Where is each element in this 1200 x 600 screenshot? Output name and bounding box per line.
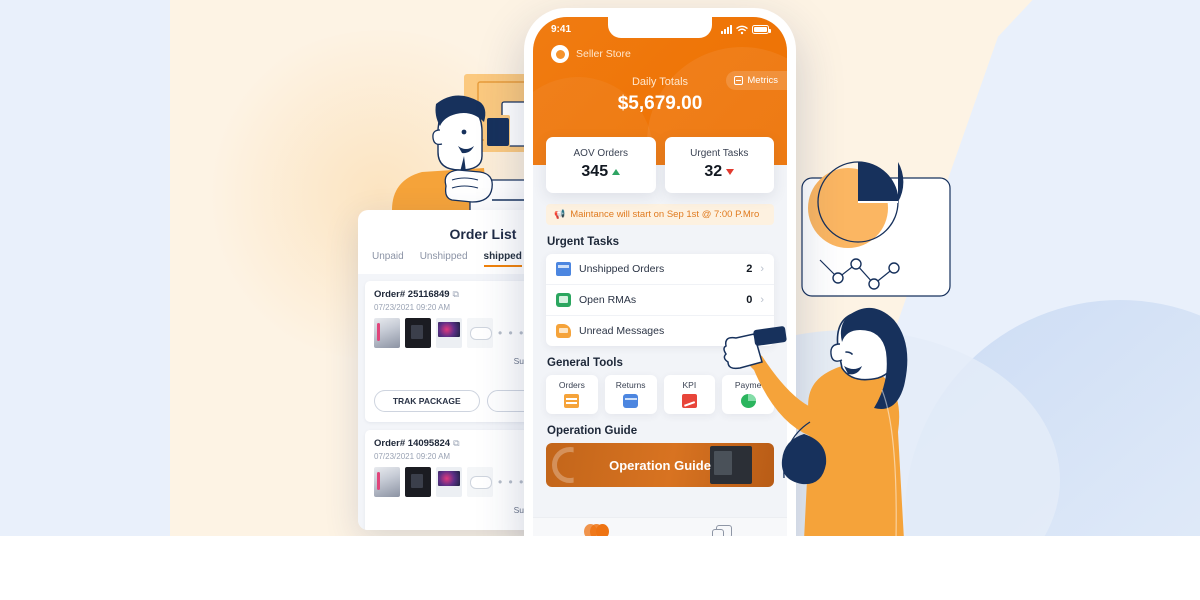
status-bar-icons (721, 25, 771, 35)
metrics-label: Metrics (747, 75, 778, 86)
product-thumbnail-motherboard-icon[interactable] (405, 467, 431, 497)
megaphone-icon: 📢 (554, 209, 566, 219)
product-thumbnail-monitor-icon[interactable] (436, 467, 462, 497)
maintenance-notice-text: Maintance will start on Sep 1st @ 7:00 P… (570, 209, 760, 220)
calendar-icon (564, 394, 580, 408)
tool-orders[interactable]: Orders (546, 375, 598, 414)
more-products-dots[interactable]: • • • (498, 475, 525, 489)
status-bar: 9:41 (533, 17, 787, 35)
copy-icon[interactable]: ⧉ (453, 438, 459, 448)
chevron-right-icon: › (760, 263, 764, 275)
kpi-card-urgent-tasks[interactable]: Urgent Tasks 32 (664, 137, 774, 193)
daily-totals-value: $5,679.00 (617, 93, 703, 114)
metrics-icon (734, 76, 744, 85)
store-name: Seller Store (576, 48, 631, 60)
product-thumbnail-monitor-icon[interactable] (436, 318, 462, 348)
task-row-unshipped-orders[interactable]: Unshipped Orders 2 › (546, 254, 774, 285)
order-number-text: Order# 14095824 (374, 438, 451, 449)
product-thumbnail-pc-icon[interactable] (374, 318, 400, 348)
kpi-cards: AOV Orders 345 Urgent Tasks 32 (533, 137, 787, 193)
status-bar-time: 9:41 (551, 24, 572, 35)
truck-icon (623, 394, 639, 408)
signal-bars-icon (721, 25, 732, 34)
maintenance-notice[interactable]: 📢 Maintance will start on Sep 1st @ 7:00… (546, 204, 774, 225)
tab-unpaid[interactable]: Unpaid (372, 251, 404, 267)
message-icon (556, 324, 571, 338)
product-thumbnail-earbuds-icon[interactable] (467, 318, 493, 348)
bottom-white-strip (0, 536, 1200, 600)
trend-up-icon (612, 169, 621, 175)
metrics-button[interactable]: Metrics (726, 71, 787, 90)
kpi-value: 32 (704, 163, 723, 180)
tool-label: KPI (682, 380, 697, 390)
product-thumbnail-earbuds-icon[interactable] (467, 467, 493, 497)
track-package-button[interactable]: TRAK PACKAGE (374, 390, 480, 412)
truck-icon (556, 262, 571, 276)
tab-shipped[interactable]: shipped (483, 251, 522, 267)
task-label: Open RMAs (579, 294, 637, 306)
kpi-value: 345 (581, 163, 609, 180)
store-row[interactable]: Seller Store (533, 35, 787, 63)
wifi-icon (736, 25, 748, 34)
woman-with-marker-illustration (723, 307, 908, 541)
operation-guide-banner-text: Operation Guide (609, 457, 711, 473)
urgent-tasks-title: Urgent Tasks (547, 236, 620, 248)
trend-down-icon (726, 169, 735, 175)
chart-icon (681, 394, 697, 408)
rma-icon (556, 293, 571, 307)
screenshot-stage: Order List Unpaid Unshipped shipped Voi … (0, 0, 1200, 600)
kpi-card-aov-orders[interactable]: AOV Orders 345 (546, 137, 656, 193)
task-label: Unshipped Orders (579, 263, 665, 275)
more-products-dots[interactable]: • • • (498, 326, 525, 340)
kpi-label: Urgent Tasks (690, 148, 749, 159)
order-number-text: Order# 25116849 (374, 289, 450, 300)
store-avatar (551, 45, 569, 63)
tool-label: Returns (615, 380, 646, 390)
task-count: 2 (746, 263, 753, 275)
product-thumbnail-motherboard-icon[interactable] (405, 318, 431, 348)
copy-icon[interactable]: ⧉ (453, 289, 459, 299)
tab-unshipped[interactable]: Unshipped (420, 251, 468, 267)
product-thumbnail-pc-icon[interactable] (374, 467, 400, 497)
kpi-value-wrap: 32 (704, 163, 735, 181)
tool-returns[interactable]: Returns (604, 375, 657, 414)
tool-label: Orders (558, 380, 585, 390)
kpi-value-wrap: 345 (581, 163, 621, 181)
battery-icon (752, 25, 771, 34)
tool-kpi[interactable]: KPI (663, 375, 716, 414)
kpi-label: AOV Orders (573, 148, 628, 159)
